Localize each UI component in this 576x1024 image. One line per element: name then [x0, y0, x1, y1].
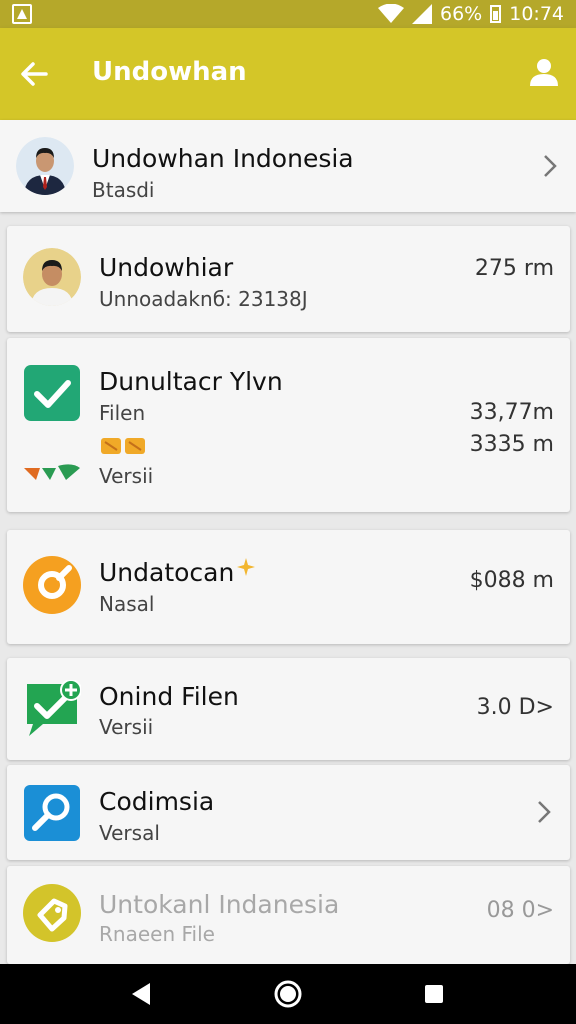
- arrow-back-icon[interactable]: [16, 56, 52, 92]
- item-subtitle: Versal: [99, 821, 160, 845]
- item-subtitle: Rnaeen File: [99, 922, 215, 946]
- item-title: Untokanl Indanesia: [99, 890, 340, 919]
- status-bar: 66% 10:74: [0, 0, 576, 28]
- item-subtitle: Btasdi: [92, 178, 155, 202]
- item-title: Onind Filen: [99, 682, 239, 711]
- recents-square-icon[interactable]: [418, 978, 450, 1010]
- green-check-icon: [23, 364, 81, 422]
- item-subtitle: Filen: [99, 401, 146, 425]
- battery-icon: [490, 5, 502, 23]
- back-triangle-icon[interactable]: [126, 978, 158, 1010]
- item-size: $088 m: [469, 568, 554, 593]
- item-title: Undatocan: [99, 558, 256, 587]
- list-item[interactable]: Undowhiar Unnoadaknб: 23138J 275 rm: [7, 226, 570, 332]
- clock: 10:74: [509, 3, 564, 25]
- yellow-tag-icon: [23, 884, 81, 942]
- item-title: Codimsia: [99, 787, 215, 816]
- green-chat-check-icon: [23, 679, 82, 738]
- item-size: 3.0 D>: [476, 695, 554, 720]
- wifi-icon: [378, 4, 404, 23]
- list-item[interactable]: Codimsia Versal: [7, 765, 570, 860]
- avatar-man-suit-icon: [16, 137, 74, 195]
- notification-icon: [12, 4, 32, 24]
- flag-logo-icon: [24, 464, 80, 480]
- chevron-right-icon: [544, 155, 557, 177]
- chevron-right-icon: [538, 801, 551, 823]
- person-icon[interactable]: [528, 56, 560, 88]
- page-title: Undowhan: [92, 57, 247, 87]
- home-circle-icon[interactable]: [272, 978, 304, 1010]
- item-subtitle: Nasal: [99, 592, 155, 616]
- item-title: Undowhiar: [99, 253, 234, 282]
- status-right: 66% 10:74: [378, 2, 564, 26]
- item-size: 08 0>: [486, 898, 554, 923]
- item-title: Undowhan Indonesia: [92, 144, 354, 173]
- list-item[interactable]: Undatocan Nasal $088 m: [7, 530, 570, 644]
- app-bar: Undowhan: [0, 28, 576, 120]
- battery-percent: 66%: [440, 3, 483, 25]
- item-subtitle-secondary: Versii: [99, 464, 154, 488]
- signal-icon: [412, 4, 432, 24]
- list-item[interactable]: Untokanl Indanesia Rnaeen File 08 0>: [7, 866, 570, 964]
- item-size: 33,77m: [469, 400, 554, 425]
- item-title: Dunultacr Ylvn: [99, 367, 283, 396]
- item-subtitle: Versii: [99, 715, 154, 739]
- blue-search-icon: [23, 784, 81, 842]
- system-nav-bar: [0, 964, 576, 1024]
- sparkle-icon: [237, 558, 256, 576]
- list-item[interactable]: Onind Filen Versii 3.0 D>: [7, 658, 570, 760]
- list-item[interactable]: Dunultacr Ylvn Filen Versii 33,77m 3335 …: [7, 338, 570, 512]
- list-item[interactable]: Undowhan Indonesia Btasdi: [0, 120, 576, 212]
- item-size: 275 rm: [474, 256, 554, 281]
- folder-emoji-icon: [101, 438, 145, 454]
- item-size-secondary: 3335 m: [469, 432, 554, 457]
- avatar-man-icon: [23, 248, 81, 306]
- item-subtitle: Unnoadaknб: 23138J: [99, 287, 308, 311]
- orange-circle-icon: [23, 556, 81, 614]
